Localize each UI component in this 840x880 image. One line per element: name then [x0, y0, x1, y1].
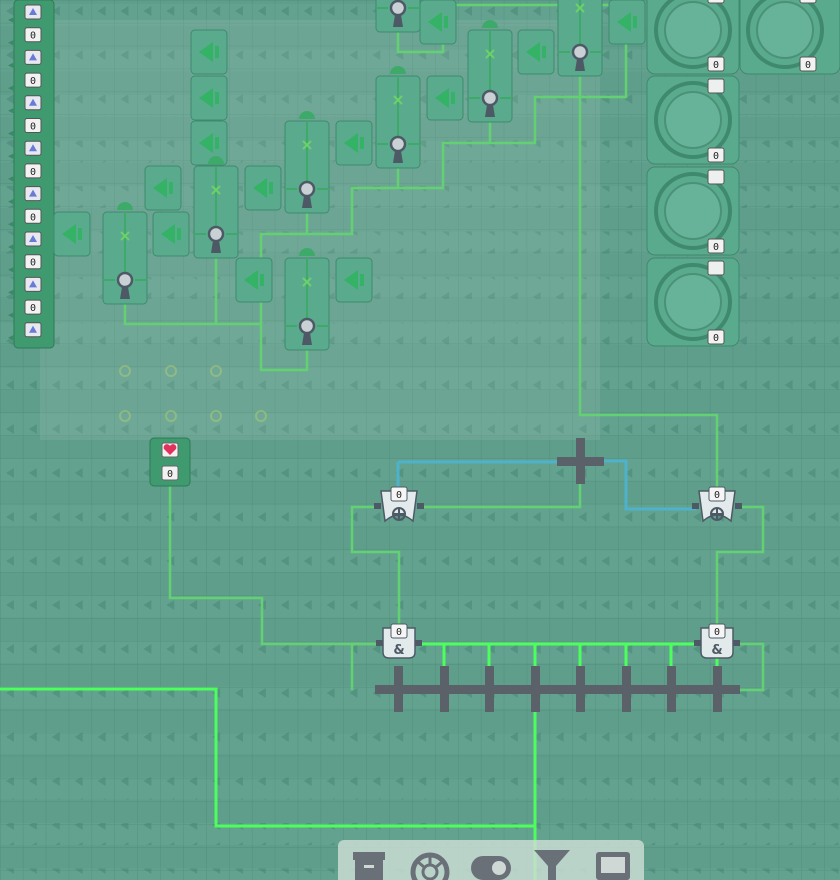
toggle-switch-icon [470, 856, 511, 880]
bus-post[interactable] [576, 666, 585, 712]
counter-value: 0 [30, 122, 36, 133]
bus-post[interactable] [531, 666, 540, 712]
build-toolbar [338, 840, 644, 880]
reactor-counter-value: 0 [713, 242, 719, 253]
toolbar-storage-button[interactable] [347, 848, 391, 880]
reactor-counter-value: 0 [713, 333, 719, 344]
toolbar-toggle-button[interactable] [469, 848, 513, 880]
factory-canvas[interactable]: 0 0 0 0 0 0 0 0 0 0 0 0 0 0 0 0 & 0 & [0, 0, 840, 880]
counter-value: 0 [30, 76, 36, 87]
or-gate-left-label: 0 [396, 490, 402, 501]
bus-post[interactable] [394, 666, 403, 712]
bus-post[interactable] [440, 666, 449, 712]
gauge-icon [410, 852, 450, 880]
heart-sensor[interactable]: 0 [149, 437, 191, 487]
bus-post[interactable] [485, 666, 494, 712]
bus-post[interactable] [622, 666, 631, 712]
counter-value: 0 [30, 258, 36, 269]
or-gate-right-label: 0 [714, 490, 720, 501]
counter-value: 0 [30, 303, 36, 314]
sensor-value: 0 [167, 469, 173, 480]
and-gate-icon: & [711, 643, 722, 658]
monitor-icon [596, 852, 631, 880]
left-column-machines: 0 0 0 0 0 0 0 [8, 0, 55, 349]
counter-value: 0 [30, 212, 36, 223]
and-gate-icon: & [393, 643, 404, 658]
storage-crate-icon [352, 852, 385, 880]
counter-value: 0 [30, 167, 36, 178]
reactor-slot [707, 260, 725, 276]
bus-post[interactable] [713, 666, 722, 712]
reactor-slot [707, 78, 725, 94]
filter-funnel-icon [534, 850, 571, 880]
and-gate-left-label: 0 [396, 627, 402, 638]
bus-post[interactable] [667, 666, 676, 712]
counter-value: 0 [30, 31, 36, 42]
toolbar-gauge-button[interactable] [408, 848, 452, 880]
and-gate-left[interactable]: 0 & [376, 623, 422, 659]
reactor-counter-value: 0 [713, 60, 719, 71]
reactor-counter-value: 0 [805, 60, 811, 71]
and-gate-right-label: 0 [714, 627, 720, 638]
toolbar-monitor-button[interactable] [591, 848, 635, 880]
reactor-slot [707, 169, 725, 185]
reactor-counter-value: 0 [713, 151, 719, 162]
toolbar-filter-button[interactable] [530, 848, 574, 880]
and-gate-right[interactable]: 0 & [694, 623, 740, 659]
